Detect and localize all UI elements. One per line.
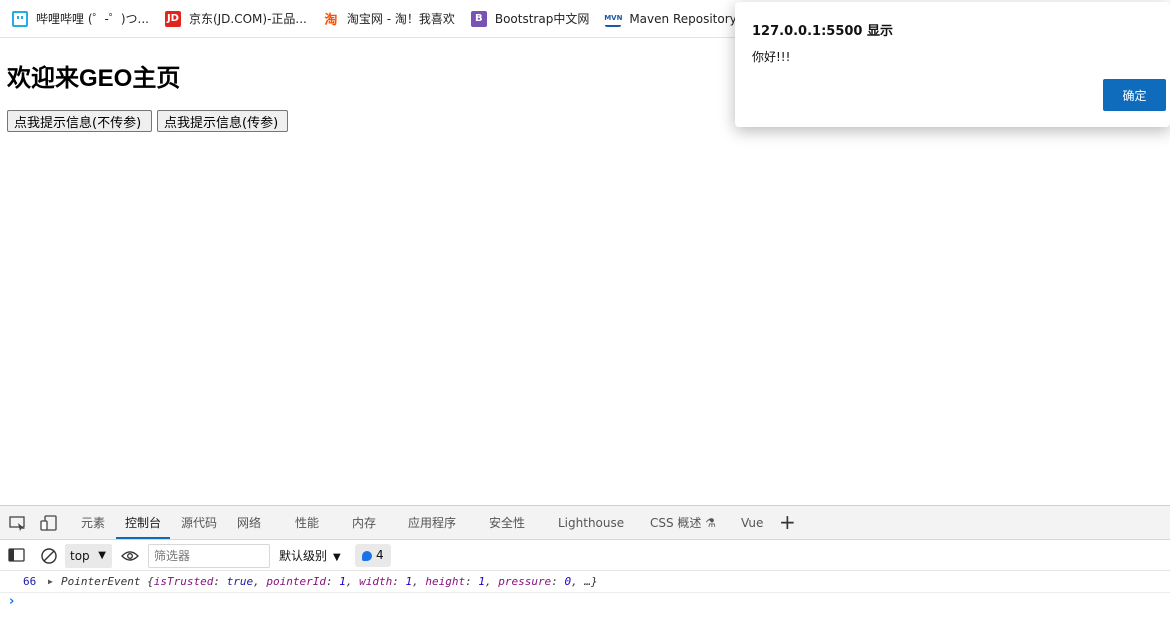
chevron-down-icon: ▼ (98, 550, 106, 561)
bookmark-label: Maven Repository:... (629, 11, 752, 26)
sidebar-toggle-icon[interactable] (8, 547, 26, 563)
tab-performance[interactable]: 性能 (295, 506, 319, 540)
alert-with-param-button[interactable]: 点我提示信息(传参) (157, 110, 288, 132)
issues-count: 4 (376, 548, 384, 562)
bookmark-bootstrap[interactable]: B Bootstrap中文网 (470, 0, 590, 38)
page-title: 欢迎来GEO主页 (7, 65, 181, 92)
tab-css-overview-label: CSS 概述 (650, 516, 702, 530)
context-select[interactable]: top ▼ (65, 544, 112, 568)
device-toolbar-icon[interactable] (40, 515, 58, 531)
alert-no-param-button[interactable]: 点我提示信息(不传参) (7, 110, 152, 132)
dialog-title: 127.0.0.1:5500 显示 (752, 24, 893, 39)
eye-icon[interactable] (121, 548, 139, 564)
object-type: PointerEvent (61, 575, 141, 588)
bookmark-label: 淘宝网 - 淘！我喜欢 (346, 12, 455, 26)
ok-button[interactable]: 确定 (1103, 79, 1166, 111)
chevron-down-icon: ▼ (333, 552, 341, 563)
tab-lighthouse[interactable]: Lighthouse (558, 506, 624, 540)
tab-elements[interactable]: 元素 (81, 506, 105, 540)
flask-icon: ⚗ (705, 516, 717, 530)
tab-css-overview[interactable]: CSS 概述 ⚗ (650, 506, 716, 540)
taobao-icon: 淘 (324, 13, 338, 28)
prop-key: height (425, 575, 466, 588)
tab-vue[interactable]: Vue (741, 506, 763, 540)
issues-badge[interactable]: 4 (355, 544, 391, 567)
console-prompt-icon[interactable]: › (9, 594, 14, 609)
ellipsis: … (584, 575, 591, 588)
bilibili-icon (12, 10, 28, 27)
bookmark-taobao[interactable]: 淘 淘宝网 - 淘！我喜欢 (323, 0, 455, 38)
maven-icon: MVN (604, 11, 622, 27)
tab-application[interactable]: 应用程序 (408, 506, 456, 540)
console-object[interactable]: PointerEvent {isTrusted: true, pointerId… (61, 572, 598, 592)
console-toolbar: top ▼ 默认级别 ▼ 4 (0, 540, 1170, 571)
more-tabs-plus-icon[interactable]: + (779, 511, 796, 533)
prop-key: isTrusted (153, 575, 214, 588)
context-select-value: top (70, 549, 90, 563)
tab-console[interactable]: 控制台 (116, 506, 171, 539)
source-line-number[interactable]: 66 (23, 572, 36, 592)
message-icon (362, 551, 372, 561)
jd-icon: JD (164, 10, 181, 27)
inspect-element-icon[interactable] (9, 515, 27, 531)
tab-sources[interactable]: 源代码 (181, 506, 217, 540)
clear-console-icon[interactable] (40, 547, 58, 564)
tab-memory[interactable]: 内存 (352, 506, 376, 540)
prop-value: 1 (339, 575, 346, 588)
prop-value: 1 (405, 575, 413, 588)
console-message: 66 ▶ PointerEvent {isTrusted: true, poin… (0, 572, 1170, 593)
dialog-message: 你好!!! (752, 50, 791, 64)
prop-key: width (359, 575, 393, 588)
prop-value: true (226, 575, 254, 588)
log-level-value: 默认级别 (279, 549, 328, 563)
prop-value: 0 (564, 575, 572, 588)
expand-triangle-icon[interactable]: ▶ (48, 572, 53, 592)
tab-network[interactable]: 网络 (237, 506, 261, 540)
devtools-panel: 元素 控制台 源代码 网络 性能 内存 应用程序 安全性 Lighthouse … (0, 505, 1170, 641)
prop-value: 1 (478, 575, 485, 588)
prop-key: pointerId (266, 575, 326, 588)
bookmark-bilibili[interactable]: 哔哩哔哩 (゜-゜)つ... (12, 0, 149, 38)
alert-dialog: 127.0.0.1:5500 显示 你好!!! 确定 (735, 2, 1170, 127)
devtools-tabbar: 元素 控制台 源代码 网络 性能 内存 应用程序 安全性 Lighthouse … (0, 506, 1170, 540)
tab-security[interactable]: 安全性 (489, 506, 525, 540)
bookmark-jd[interactable]: JD 京东(JD.COM)-正品... (164, 0, 307, 38)
bookmark-label: 京东(JD.COM)-正品... (188, 12, 307, 26)
bookmark-label: 哔哩哔哩 (゜-゜)つ... (36, 12, 149, 26)
log-level-select[interactable]: 默认级别 ▼ (279, 544, 341, 568)
bootstrap-icon: B (470, 10, 487, 27)
bookmark-label: Bootstrap中文网 (494, 12, 590, 26)
prop-key: pressure (498, 575, 552, 588)
filter-input[interactable] (148, 544, 270, 568)
bookmark-maven[interactable]: MVN Maven Repository:... (604, 0, 752, 38)
